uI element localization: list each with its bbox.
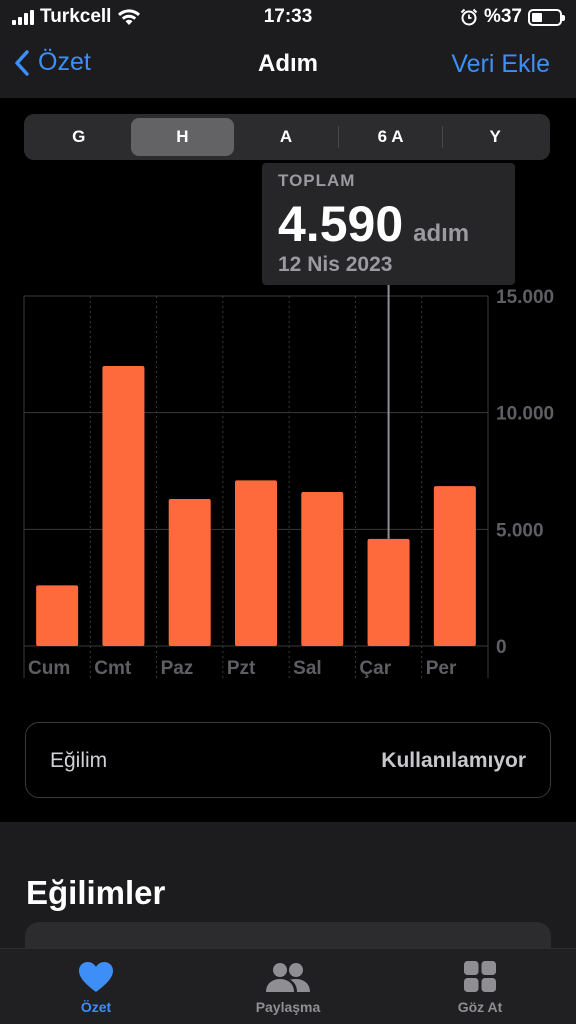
x-tick-label: Cmt [94,658,132,679]
x-tick-label: Pzt [227,658,256,679]
tooltip-date: 12 Nis 2023 [278,253,393,276]
bar-Sal[interactable] [301,492,344,646]
segment-day[interactable]: G [27,118,131,156]
bar-Cmt[interactable] [102,366,145,646]
x-tick-label: Sal [293,658,322,679]
y-tick-label: 5.000 [496,520,544,541]
bar-Paz[interactable] [168,499,211,646]
alarm-icon [460,8,478,26]
time-range-segmented-control: G H A 6 A Y [24,114,550,160]
bar-Pzt[interactable] [235,480,277,646]
section-title: Eğilimler [26,874,166,911]
segment-year[interactable]: Y [443,118,547,156]
x-tick-label: Paz [161,658,194,679]
tooltip-value-row: 4.590 adım [278,195,499,253]
trend-value: Kullanılamıyor [381,749,526,772]
segment-month[interactable]: A [234,118,338,156]
back-button[interactable]: Özet [14,48,91,77]
back-button-label: Özet [38,48,91,76]
tab-summary-label: Özet [80,999,112,1015]
y-tick-label: 15.000 [496,287,554,308]
trend-label: Eğilim [50,749,108,772]
grid-icon [464,961,496,992]
x-tick-label: Cum [28,658,70,679]
x-tick-label: Çar [359,658,391,679]
selection-tooltip: TOPLAM 4.590 adım 12 Nis 2023 [262,163,515,285]
add-data-button[interactable]: Veri Ekle [451,50,550,79]
nav-bar: Özet Adım Veri Ekle [0,36,576,98]
tooltip-value: 4.590 [278,196,404,252]
chevron-left-icon [15,49,29,76]
tab-browse[interactable]: Göz At [384,949,576,1024]
y-tick-label: 0 [496,637,507,658]
x-tick-label: Per [426,658,457,679]
battery-percent: %37 [483,6,522,27]
battery-icon [528,8,565,26]
tooltip-label: TOPLAM [278,171,356,190]
bar-Per[interactable] [433,486,476,646]
bar-Cum[interactable] [36,585,79,646]
bar-Çar[interactable] [367,538,410,646]
tab-browse-label: Göz At [457,999,503,1015]
status-bar: Turkcell 17:33 %37 [0,0,576,36]
tab-bar: Özet Paylaşma Göz At [0,948,576,1024]
tooltip-unit: adım [413,220,470,247]
steps-bar-chart[interactable]: 0 5.000 10.000 15.000 Cum Cmt Paz Pzt Sal Çar Per [0,280,576,690]
trend-card[interactable]: Eğilim Kullanılamıyor [25,722,551,798]
tab-sharing-label: Paylaşma [255,999,321,1015]
segment-week[interactable]: H [130,118,235,156]
tab-sharing[interactable]: Paylaşma [192,949,384,1024]
heart-icon [79,962,113,992]
tab-summary[interactable]: Özet [0,949,192,1024]
status-right: %37 [460,6,565,28]
y-tick-label: 10.000 [496,404,554,425]
segment-six-months[interactable]: 6 A [339,118,443,156]
people-icon [266,963,310,992]
